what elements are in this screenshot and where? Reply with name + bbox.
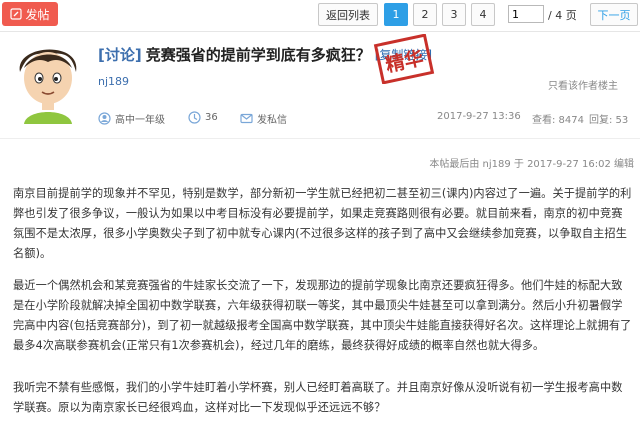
featured-stamp-icon: 精华 xyxy=(373,34,435,84)
post-paragraph: 最近一个偶然机会和某竞赛强省的牛娃家长交流了一下，发现那边的提前学现象比南京还要… xyxy=(13,279,632,352)
reply-count: 回复: 53 xyxy=(589,115,629,126)
message-icon xyxy=(240,113,253,124)
stamp-text: 精华 xyxy=(384,46,426,76)
author-name[interactable]: nj189 xyxy=(98,75,129,88)
pm-link[interactable]: 发私信 xyxy=(240,111,287,126)
page-1-button[interactable]: 1 xyxy=(384,3,408,26)
back-to-list-button[interactable]: 返回列表 xyxy=(318,3,378,26)
avatar-cartoon-boy xyxy=(6,34,90,124)
top-toolbar: 发帖 返回列表 1 2 3 4 / 4 页 下一页 xyxy=(0,0,640,30)
divider xyxy=(0,31,640,32)
post-paragraph: 南京目前提前学的现象并不罕见，特别是数学，部分新初一学生就已经把初二甚至初三(课… xyxy=(13,187,632,260)
post-title-text: 竞赛强省的提前学到底有多疯狂？ xyxy=(145,46,371,64)
post-paragraph: 我听完不禁有些感慨，我们的小学牛娃盯着小学杯赛，别人已经盯着高联了。并且南京好像… xyxy=(13,381,623,414)
page-number-input[interactable] xyxy=(508,5,544,23)
page-3-button[interactable]: 3 xyxy=(442,3,466,26)
divider xyxy=(0,138,640,139)
grade-info: 高中一年级 xyxy=(98,111,165,126)
next-page-button[interactable]: 下一页 xyxy=(590,3,638,26)
floor-label: 楼主 xyxy=(598,81,618,92)
pencil-icon xyxy=(10,8,23,20)
post-button[interactable]: 发帖 xyxy=(2,2,58,26)
page-total: / 4 页 xyxy=(548,9,577,22)
score-value: 36 xyxy=(205,112,218,123)
avatar[interactable] xyxy=(6,34,90,124)
score-icon xyxy=(188,111,201,124)
only-author-link[interactable]: 只看该作者 xyxy=(548,77,598,92)
post-tag[interactable]: [讨论] xyxy=(98,44,142,65)
grade-icon xyxy=(98,112,111,125)
score-info: 36 xyxy=(188,111,218,124)
view-count: 查看: 8474 xyxy=(532,115,584,126)
pm-label: 发私信 xyxy=(257,115,287,126)
post-date: 2017-9-27 13:36 xyxy=(437,111,521,122)
grade-text: 高中一年级 xyxy=(115,115,165,126)
post-button-label: 发帖 xyxy=(25,7,50,22)
page-2-button[interactable]: 2 xyxy=(413,3,437,26)
page-4-button[interactable]: 4 xyxy=(471,3,495,26)
edited-note: 本帖最后由 nj189 于 2017-9-27 16:02 编辑 xyxy=(429,159,634,170)
